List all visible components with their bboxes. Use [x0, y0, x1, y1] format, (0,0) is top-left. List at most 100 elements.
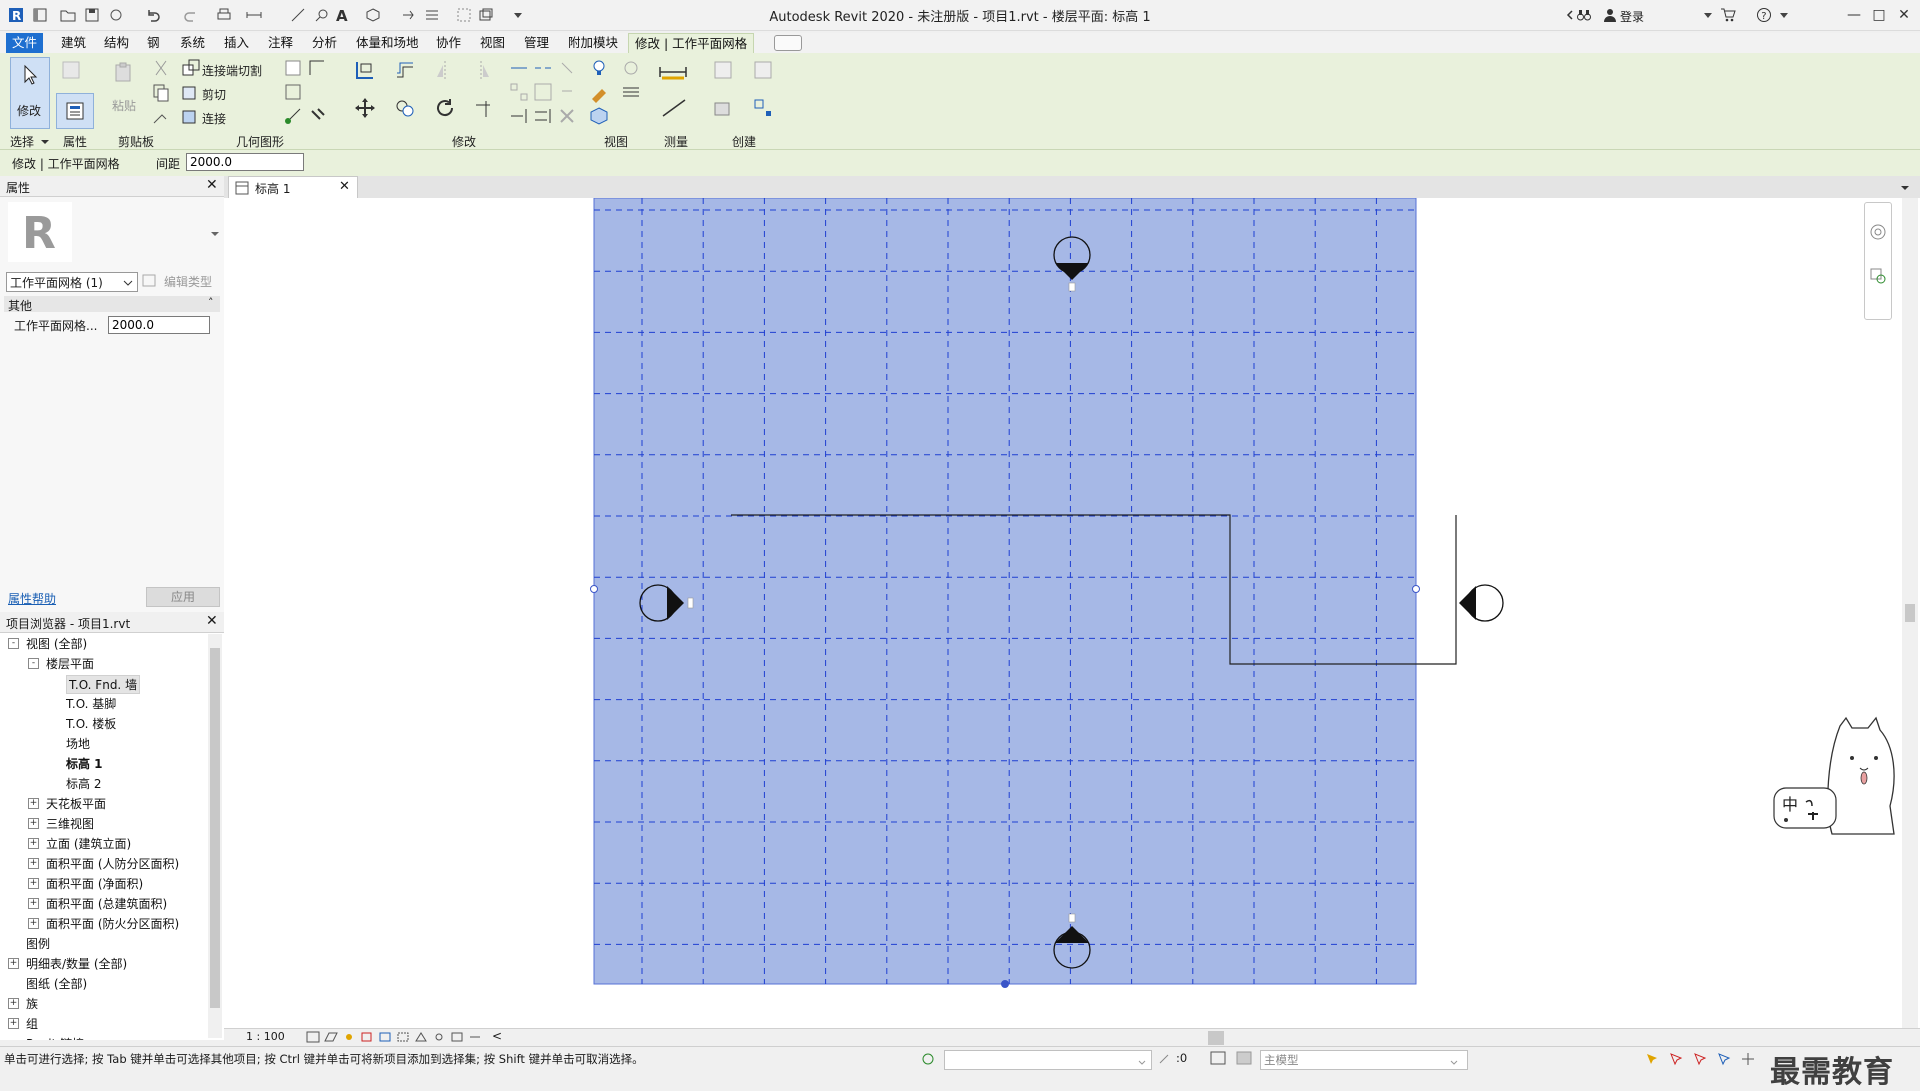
grid-resize-handle-left[interactable]: [590, 585, 598, 593]
join-cut-icon[interactable]: [180, 57, 202, 79]
reveal-hidden-icon[interactable]: [432, 1031, 446, 1046]
view-scale[interactable]: 1 : 100: [246, 1030, 285, 1043]
browser-tree-item[interactable]: 面积平面 (人防分区面积): [46, 855, 179, 872]
align-icon[interactable]: [354, 59, 376, 81]
tab-analyze[interactable]: 分析: [306, 33, 343, 53]
browser-close-icon[interactable]: ✕: [206, 613, 218, 629]
linework-icon[interactable]: [620, 81, 642, 103]
unpin-icon[interactable]: [556, 81, 578, 103]
maximize-button[interactable]: □: [1865, 4, 1893, 26]
select-by-face-icon[interactable]: [1716, 1051, 1732, 1070]
design-option-selector[interactable]: 主模型: [1260, 1050, 1468, 1070]
zoom-region-icon[interactable]: [1869, 267, 1887, 288]
tree-toggle-icon[interactable]: +: [8, 958, 19, 969]
copy-modify-icon[interactable]: [394, 97, 416, 119]
design-options-icon[interactable]: [1210, 1051, 1226, 1068]
detail-level-icon[interactable]: [306, 1031, 320, 1046]
tree-toggle-icon[interactable]: +: [28, 818, 39, 829]
browser-tree-item[interactable]: 标高 2: [66, 775, 101, 792]
user-icon[interactable]: [1602, 7, 1618, 23]
hide-bulb-icon[interactable]: [588, 57, 610, 79]
elevation-marker-east[interactable]: [1459, 584, 1504, 622]
cut-geometry-icon[interactable]: [180, 81, 202, 103]
view-horizontal-scroll-thumb[interactable]: [1208, 1031, 1224, 1045]
design-option-dropdown-icon[interactable]: [1450, 1056, 1458, 1070]
tree-toggle-icon[interactable]: +: [8, 1018, 19, 1029]
split-face-icon[interactable]: [306, 57, 328, 79]
tree-toggle-icon[interactable]: +: [8, 998, 19, 1009]
tab-insert[interactable]: 插入: [218, 33, 255, 53]
browser-tree-item[interactable]: 标高 1: [66, 755, 103, 772]
workset-dropdown-icon[interactable]: [1138, 1056, 1146, 1070]
drawing-canvas[interactable]: [224, 198, 1920, 1028]
tree-toggle-icon[interactable]: +: [28, 798, 39, 809]
tab-structure[interactable]: 结构: [98, 33, 135, 53]
paint-icon[interactable]: [282, 81, 304, 103]
join-cut-label[interactable]: 连接端切割: [202, 62, 262, 79]
view-tab-close-icon[interactable]: ✕: [339, 179, 350, 194]
create-assembly-icon[interactable]: [712, 59, 734, 81]
view-vertical-scrollbar[interactable]: [1902, 198, 1918, 1028]
aligned-dimension-icon[interactable]: [660, 97, 690, 119]
measure-distance-icon[interactable]: [658, 61, 688, 83]
browser-tree-item[interactable]: 明细表/数量 (全部): [26, 955, 127, 972]
browser-tree-item[interactable]: 视图 (全部): [26, 635, 87, 652]
close-button[interactable]: ✕: [1890, 4, 1918, 26]
param-value-input[interactable]: [108, 316, 210, 334]
grid-resize-handle-right[interactable]: [1412, 585, 1420, 593]
match-properties-icon[interactable]: [150, 105, 172, 127]
copy-clip-icon[interactable]: [150, 81, 172, 103]
view-tab-level1[interactable]: 标高 1 ✕: [228, 176, 358, 199]
tab-manage[interactable]: 管理: [518, 33, 555, 53]
analytical-model-icon[interactable]: [468, 1031, 482, 1046]
browser-tree-item[interactable]: 场地: [66, 735, 90, 752]
array-icon[interactable]: [508, 81, 530, 103]
grid-resize-handle-bottom[interactable]: [1001, 980, 1009, 988]
type-gallery-dropdown-icon[interactable]: [210, 228, 220, 242]
tab-annotate[interactable]: 注释: [262, 33, 299, 53]
tab-architecture[interactable]: 建筑: [55, 33, 92, 53]
wall-joins-icon[interactable]: [282, 57, 304, 79]
browser-tree-item[interactable]: 楼层平面: [46, 655, 94, 672]
create-group-icon[interactable]: [712, 97, 734, 119]
group-header-other[interactable]: 其他 ˄: [4, 296, 220, 313]
select-box-icon[interactable]: [588, 105, 610, 127]
delete-icon[interactable]: [556, 105, 578, 127]
help-dropdown-icon[interactable]: [1776, 7, 1792, 23]
tree-toggle-icon[interactable]: +: [28, 898, 39, 909]
mirror-axis-icon[interactable]: [434, 59, 456, 81]
select-dropdown-icon[interactable]: [40, 136, 50, 150]
tab-view[interactable]: 视图: [474, 33, 511, 53]
browser-scroll-thumb[interactable]: [210, 648, 220, 1008]
ribbon-minimize-toggle[interactable]: [774, 35, 802, 51]
properties-close-icon[interactable]: ✕: [206, 177, 218, 193]
tab-file[interactable]: 文件: [6, 33, 44, 53]
help-icon[interactable]: ?: [1756, 7, 1772, 23]
tab-collaborate[interactable]: 协作: [430, 33, 467, 53]
minimize-button[interactable]: —: [1840, 4, 1868, 26]
visual-style-icon[interactable]: [324, 1031, 338, 1046]
properties-help-link[interactable]: 属性帮助: [8, 590, 56, 607]
worksets-icon[interactable]: [920, 1051, 936, 1070]
binoculars-icon[interactable]: [1576, 7, 1592, 23]
tab-modify-workplane-grid[interactable]: 修改 | 工作平面网格: [628, 33, 755, 54]
scale-icon[interactable]: [532, 81, 554, 103]
type-properties-icon[interactable]: [60, 59, 82, 81]
tree-toggle-icon[interactable]: +: [28, 918, 39, 929]
tree-toggle-icon[interactable]: +: [28, 838, 39, 849]
tab-massing-site[interactable]: 体量和场地: [350, 33, 425, 53]
main-model-icon[interactable]: [1236, 1051, 1252, 1068]
join-geometry-icon[interactable]: [180, 105, 202, 127]
tree-toggle-icon[interactable]: -: [8, 638, 19, 649]
type-selector[interactable]: 工作平面网格 (1): [6, 272, 138, 292]
select-underlay-icon[interactable]: [1668, 1051, 1684, 1070]
join-label[interactable]: 连接: [202, 110, 226, 127]
crop-view-icon[interactable]: [378, 1031, 392, 1046]
split-gap-icon[interactable]: [532, 57, 554, 79]
cut-clip-icon[interactable]: [150, 57, 172, 79]
temp-view-props-icon[interactable]: [450, 1031, 464, 1046]
trim-icon[interactable]: [472, 97, 494, 119]
view-vertical-scroll-thumb[interactable]: [1905, 604, 1915, 622]
tree-toggle-icon[interactable]: +: [28, 858, 39, 869]
sun-path-icon[interactable]: [342, 1031, 356, 1046]
